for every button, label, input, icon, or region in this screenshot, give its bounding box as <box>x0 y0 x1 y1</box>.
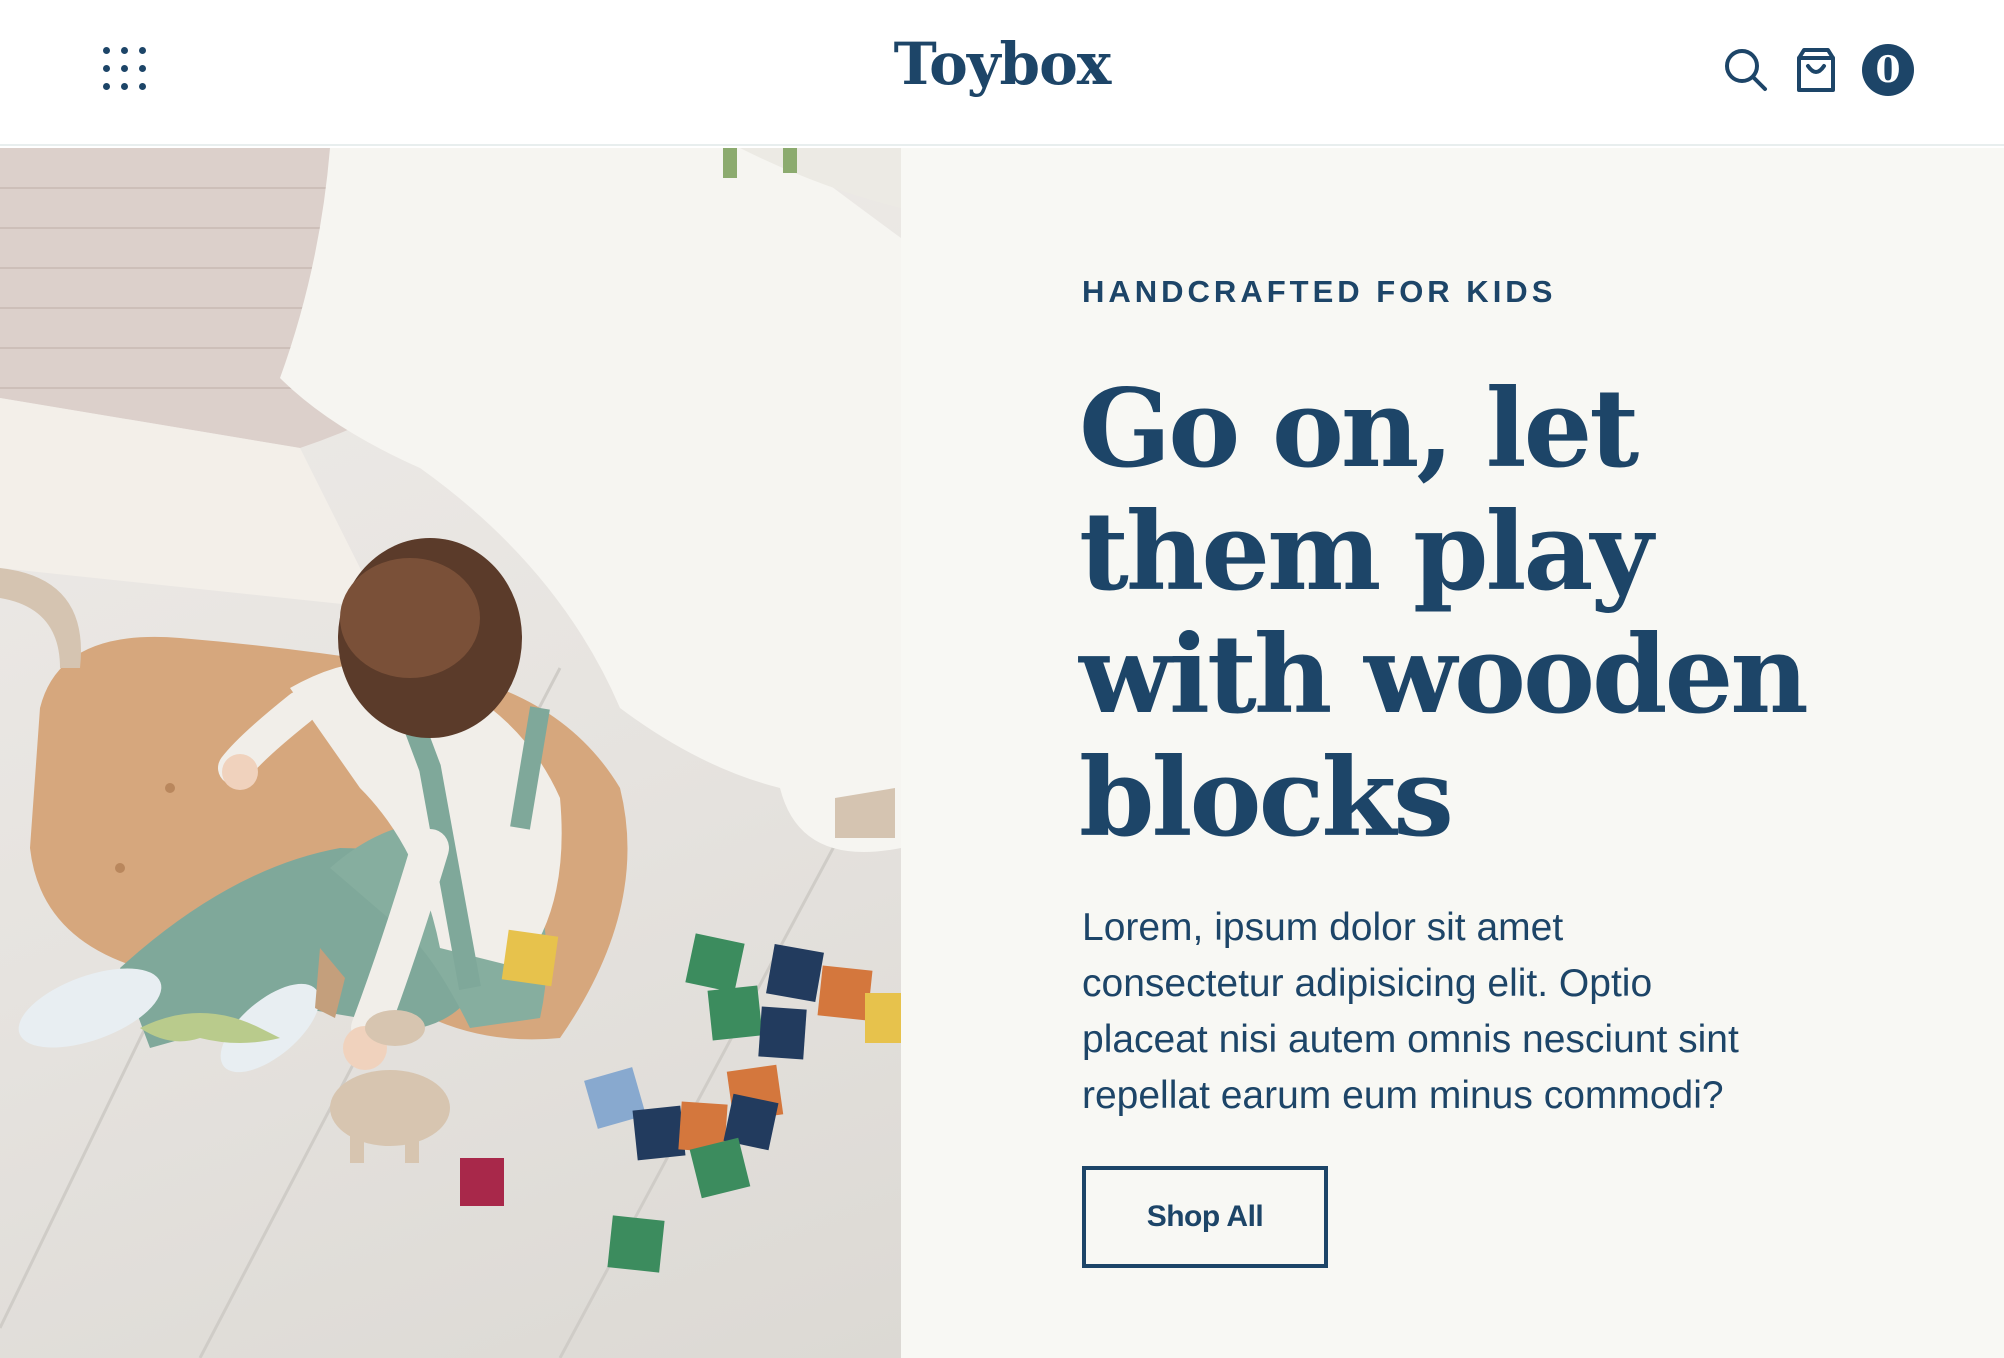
hero-photo-child-playing-blocks <box>0 148 901 1358</box>
hero-eyebrow: HANDCRAFTED FOR KIDS <box>1082 274 1557 309</box>
logo-text: Toybox <box>893 30 1112 98</box>
hero-headline-line: them play <box>1079 489 1653 615</box>
hero-description-line: consectetur adipisicing elit. Optio <box>1082 962 1653 1005</box>
hero-description-line: placeat nisi autem omnis nesciunt sint <box>1082 1018 1739 1061</box>
search-icon[interactable] <box>1722 46 1770 94</box>
hero-description-line: Lorem, ipsum dolor sit amet <box>1082 906 1564 949</box>
shop-all-button[interactable]: Shop All <box>1082 1166 1328 1268</box>
hero-headline-line: blocks <box>1079 735 1454 861</box>
hero-content: HANDCRAFTED FOR KIDS Go on, let them pla… <box>901 148 2004 1358</box>
hero-description: Lorem, ipsum dolor sit amet consectetur … <box>1082 900 1842 1124</box>
site-logo[interactable]: Toybox <box>0 30 2004 98</box>
hero-headline-line: with wooden <box>1079 612 1809 738</box>
hero-headline: Go on, let them play with wooden blocks <box>1079 368 1879 860</box>
header-actions: 0 <box>1722 42 1914 98</box>
site-header: Toybox 0 <box>0 0 2004 146</box>
hero-headline-line: Go on, let <box>1079 366 1639 492</box>
hero-description-line: repellat earum eum minus commodi? <box>1082 1074 1724 1117</box>
cart-count-badge[interactable]: 0 <box>1862 44 1914 96</box>
shopping-bag-icon[interactable] <box>1792 46 1840 94</box>
